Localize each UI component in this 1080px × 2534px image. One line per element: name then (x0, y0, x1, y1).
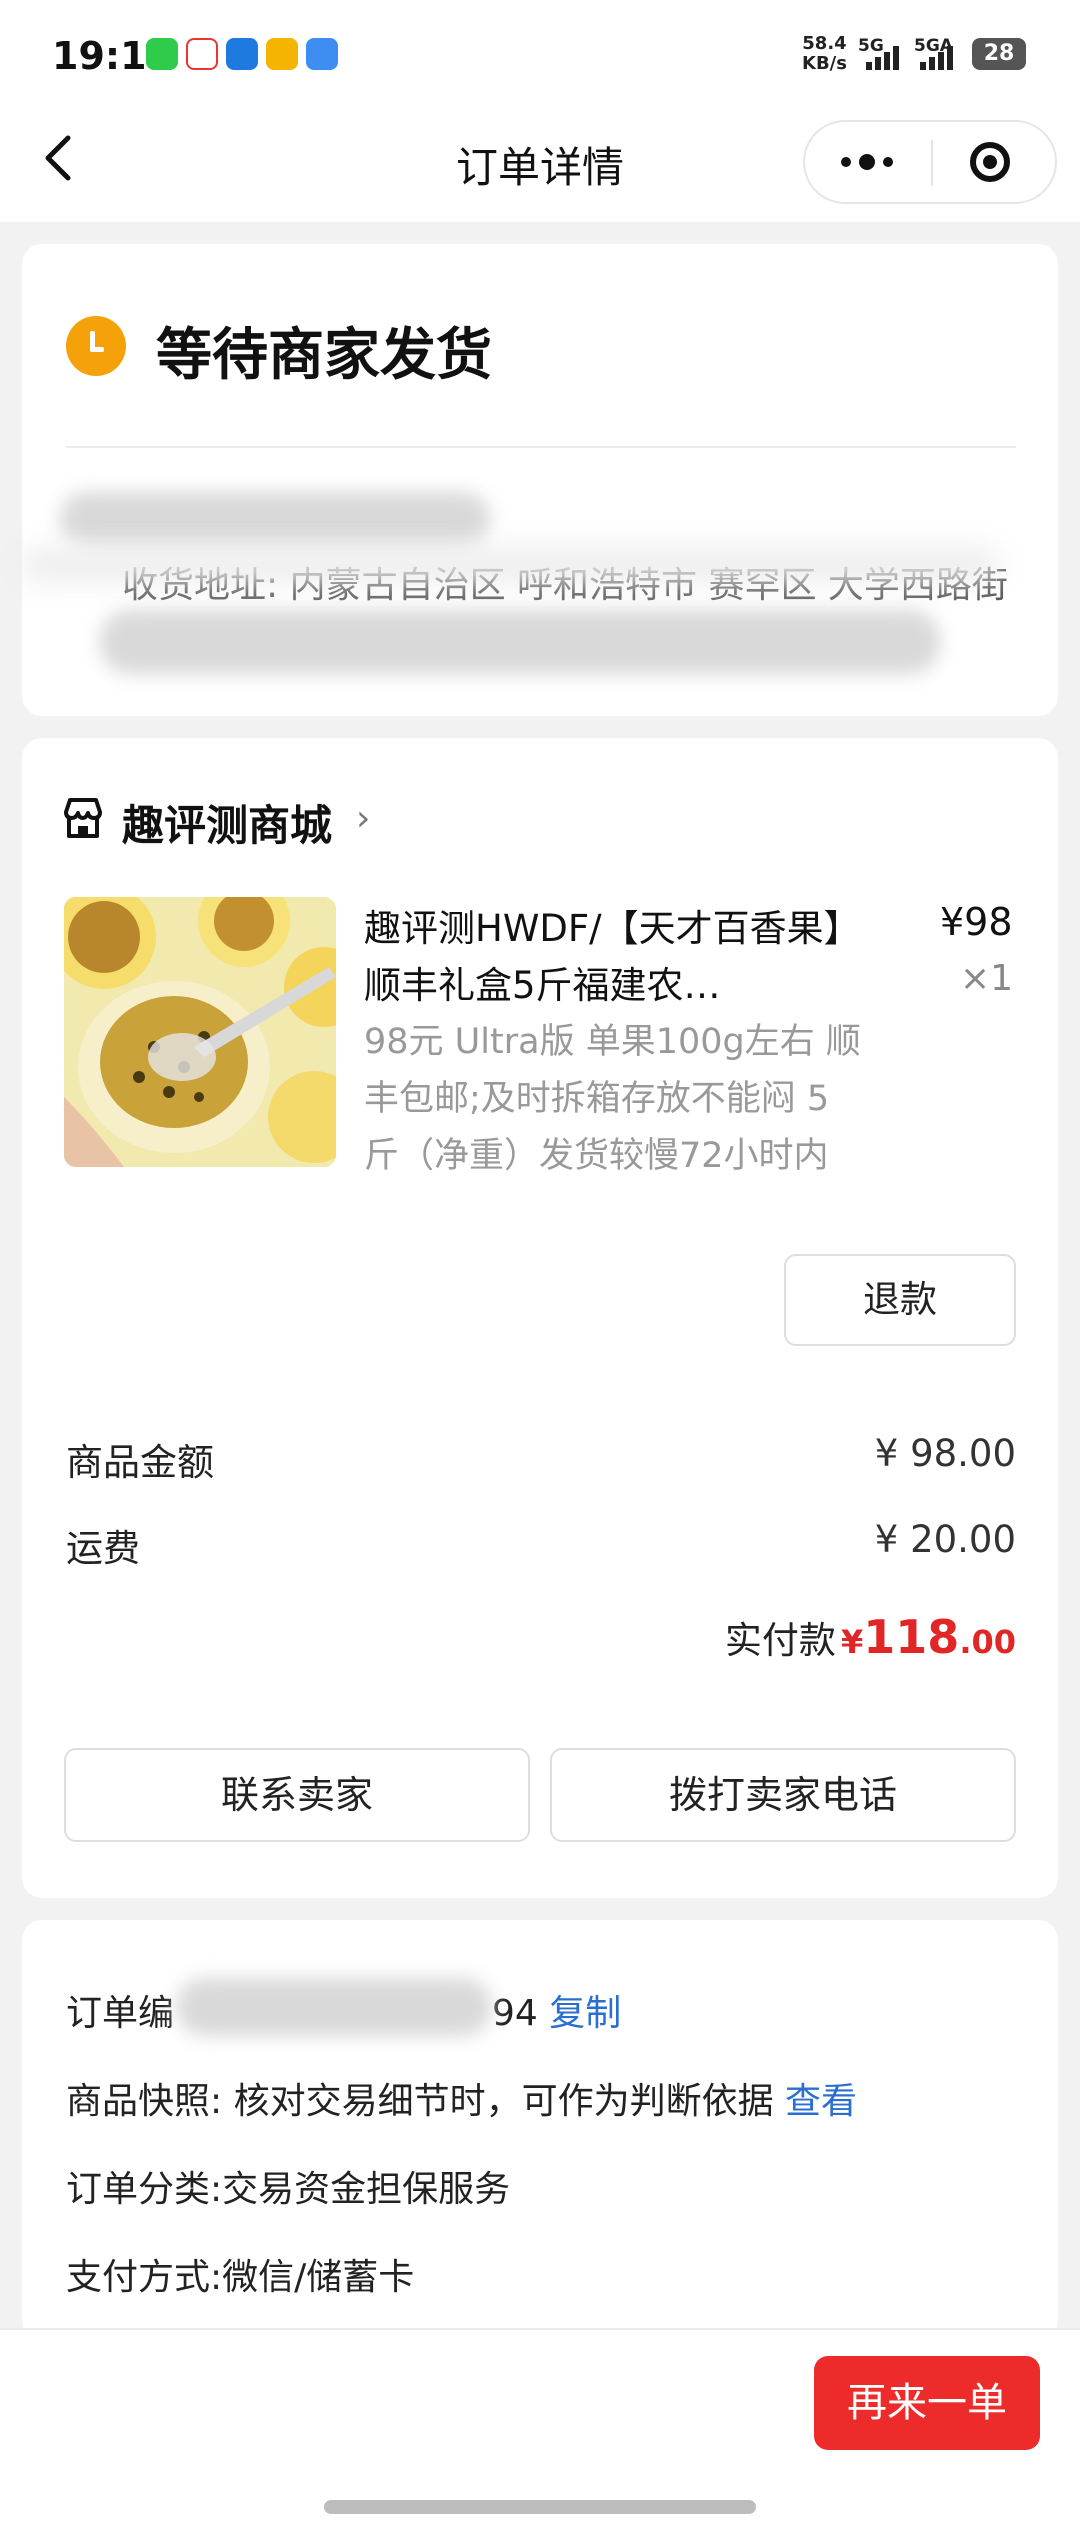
product-image[interactable] (64, 897, 336, 1167)
signal-bars-icon (866, 44, 899, 70)
miniprogram-capsule (803, 120, 1057, 204)
snapshot-text: 商品快照: 核对交易细节时，可作为判断依据 (66, 2081, 774, 2122)
chevron-right-icon[interactable]: › (356, 798, 370, 839)
network-speed: 58.4 KB/s (802, 33, 847, 74)
clock-icon (66, 316, 126, 376)
call-seller-button[interactable]: 拨打卖家电话 (550, 1748, 1016, 1842)
airline-icon (186, 38, 218, 70)
store-icon (62, 796, 104, 840)
reorder-button[interactable]: 再来一单 (814, 2356, 1040, 2450)
redacted-address (100, 610, 940, 674)
order-status-text: 等待商家发货 (156, 323, 492, 388)
product-price: ¥98 (940, 900, 1013, 944)
paid-total: 实付款 ¥118.00 (600, 1610, 1016, 1664)
copy-link[interactable]: 复制 (549, 1993, 621, 2034)
app-notification-icon (226, 38, 258, 70)
paid-decimal: .00 (959, 1623, 1016, 1661)
refund-button[interactable]: 退款 (784, 1254, 1016, 1346)
divider (66, 446, 1016, 448)
paid-label: 实付款 (724, 1619, 836, 1662)
product-title[interactable]: 趣评测HWDF/【天才百香果】顺丰礼盒5斤福建农… (364, 900, 864, 1014)
mail-icon (266, 38, 298, 70)
product-quantity: ×1 (960, 958, 1014, 999)
paid-currency: ¥ (841, 1623, 864, 1661)
redacted-address-overlay (20, 548, 1000, 582)
shipping-value: ¥ 20.00 (874, 1518, 1016, 1561)
goods-amount-value: ¥ 98.00 (874, 1432, 1016, 1475)
order-number-tail: 94 (492, 1993, 538, 2034)
order-number-label: 订单编 (66, 1993, 175, 2034)
more-button[interactable] (841, 154, 893, 170)
signal-bars-icon (920, 44, 953, 70)
redacted-recipient (60, 492, 490, 546)
shipping-label: 运费 (66, 1527, 140, 1570)
payment-method: 支付方式:微信/储蓄卡 (66, 2257, 415, 2298)
redacted-order-number (176, 1978, 492, 2036)
paid-integer: 118 (863, 1610, 960, 1664)
capsule-divider (931, 140, 933, 186)
home-indicator[interactable] (324, 2500, 756, 2514)
wechat-icon (146, 38, 178, 70)
snapshot-view-link[interactable]: 查看 (785, 2081, 857, 2122)
goods-amount-label: 商品金额 (66, 1441, 214, 1484)
close-miniprogram-button[interactable] (970, 142, 1010, 182)
notes-icon (306, 38, 338, 70)
snapshot-row: 商品快照: 核对交易细节时，可作为判断依据 查看 (66, 2072, 857, 2124)
product-spec: 98元 Ultra版 单果100g左右 顺丰包邮;及时拆箱存放不能闷 5斤（净重… (364, 1022, 861, 1176)
order-category: 订单分类:交易资金担保服务 (66, 2169, 511, 2210)
contact-seller-button[interactable]: 联系卖家 (64, 1748, 530, 1842)
battery-icon: 28 (972, 38, 1026, 70)
shop-name[interactable]: 趣评测商城 (122, 792, 332, 853)
